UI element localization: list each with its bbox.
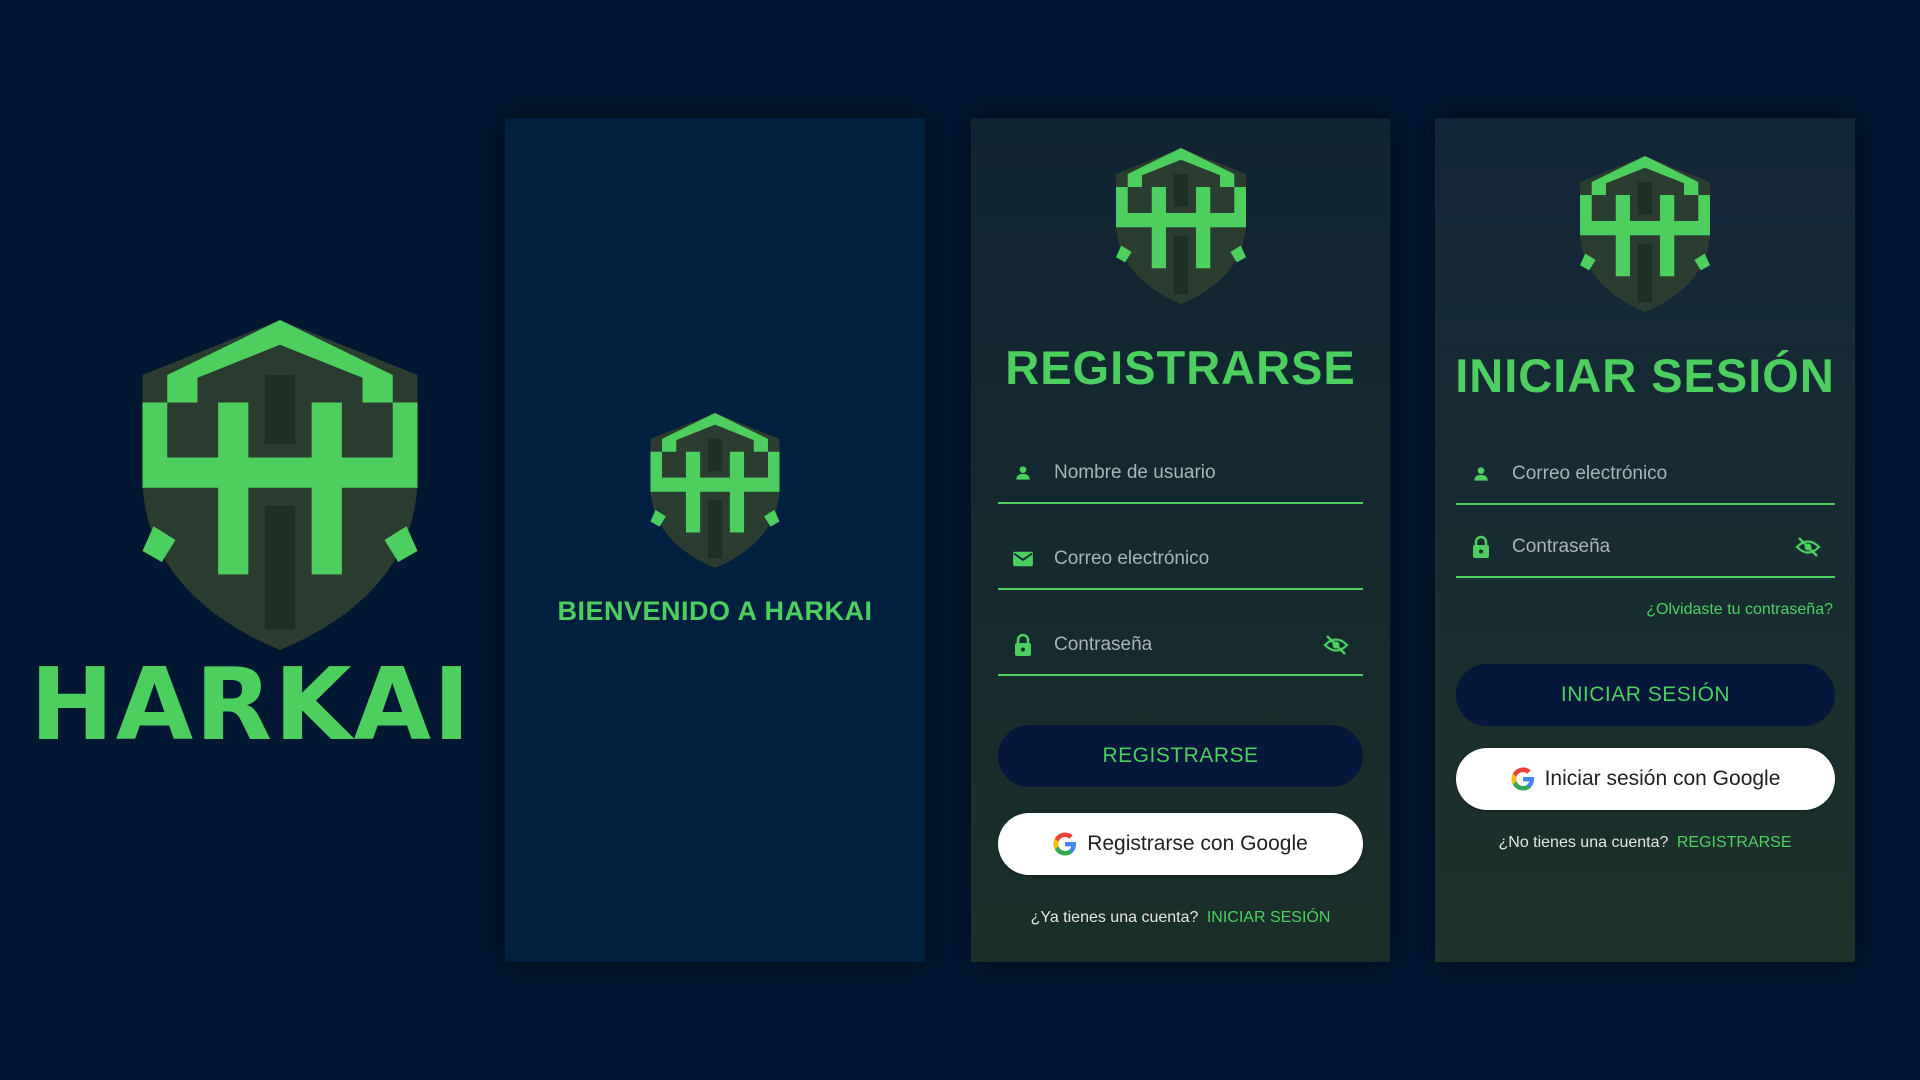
- login-link[interactable]: INICIAR SESIÓN: [1207, 909, 1331, 926]
- lock-icon: [1468, 534, 1494, 560]
- brand-name: HARKAI: [30, 646, 473, 763]
- harkai-shield-logo-icon: [650, 413, 780, 568]
- google-icon: [1053, 832, 1077, 856]
- harkai-shield-logo-icon: [1580, 154, 1710, 314]
- eye-off-icon[interactable]: [1321, 630, 1351, 660]
- password-placeholder: Contraseña: [1512, 536, 1611, 557]
- google-register-button[interactable]: Registrarse con Google: [998, 813, 1363, 875]
- register-footer: ¿Ya tienes una cuenta? INICIAR SESIÓN: [971, 909, 1390, 927]
- harkai-shield-logo-icon: [115, 320, 445, 650]
- username-placeholder: Nombre de usuario: [1054, 462, 1216, 483]
- eye-off-icon[interactable]: [1793, 532, 1823, 562]
- app-showcase: HARKAI BIENVENIDO A HARKAI REGISTRARSE N…: [0, 0, 1920, 1080]
- password-field[interactable]: Contraseña: [1456, 518, 1835, 578]
- harkai-shield-logo-icon: [1116, 146, 1246, 306]
- welcome-text: BIENVENIDO A HARKAI: [557, 596, 873, 626]
- splash-screen: BIENVENIDO A HARKAI: [505, 118, 925, 962]
- mail-icon: [1010, 546, 1036, 572]
- google-login-button[interactable]: Iniciar sesión con Google: [1456, 748, 1835, 810]
- login-footer: ¿No tienes una cuenta? REGISTRARSE: [1435, 834, 1855, 852]
- footer-text: ¿Ya tienes una cuenta?: [1030, 909, 1199, 926]
- google-icon: [1511, 767, 1534, 791]
- person-icon: [1468, 461, 1494, 487]
- register-screen: REGISTRARSE Nombre de usuario Correo ele…: [971, 118, 1390, 962]
- forgot-password-link[interactable]: ¿Olvidaste tu contraseña?: [1646, 601, 1833, 619]
- password-field[interactable]: Contraseña: [998, 616, 1363, 676]
- username-field[interactable]: Nombre de usuario: [998, 444, 1363, 504]
- google-register-label: Registrarse con Google: [1087, 832, 1308, 855]
- email-placeholder: Correo electrónico: [1054, 548, 1210, 569]
- register-button[interactable]: REGISTRARSE: [998, 725, 1363, 787]
- login-screen: INICIAR SESIÓN Correo electrónico Contra…: [1435, 118, 1855, 962]
- login-button[interactable]: INICIAR SESIÓN: [1456, 664, 1835, 726]
- password-placeholder: Contraseña: [1054, 634, 1153, 655]
- brand-block: HARKAI: [30, 320, 470, 780]
- google-login-label: Iniciar sesión con Google: [1544, 767, 1781, 790]
- lock-icon: [1010, 632, 1036, 658]
- register-link[interactable]: REGISTRARSE: [1677, 834, 1792, 851]
- page-title: REGISTRARSE: [1005, 341, 1356, 394]
- email-field[interactable]: Correo electrónico: [998, 530, 1363, 590]
- email-field[interactable]: Correo electrónico: [1456, 445, 1835, 505]
- person-icon: [1010, 460, 1036, 486]
- page-title: INICIAR SESIÓN: [1455, 349, 1835, 402]
- email-placeholder: Correo electrónico: [1512, 463, 1668, 484]
- footer-text: ¿No tienes una cuenta?: [1498, 834, 1669, 851]
